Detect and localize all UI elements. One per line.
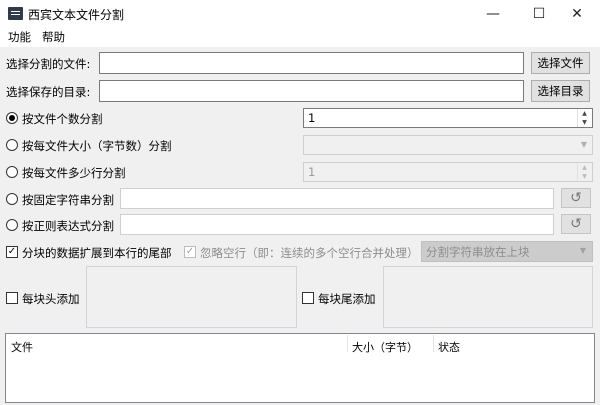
header-textarea[interactable]: [86, 266, 297, 328]
arrow-down-icon[interactable]: ▼: [578, 118, 591, 127]
history-icon: ↺: [570, 190, 582, 206]
close-button[interactable]: ✕: [554, 0, 600, 27]
history-icon: ↺: [570, 216, 582, 232]
chevron-down-icon: ▼: [579, 246, 586, 255]
footer-label: 每块尾添加: [318, 292, 376, 306]
menu-function[interactable]: 功能: [8, 29, 31, 45]
by-size-label: 按每文件大小（字节数）分割: [22, 139, 172, 153]
extend-block-label: 分块的数据扩展到本行的尾部: [22, 246, 172, 260]
col-header-file[interactable]: 文件: [11, 339, 33, 355]
check-icon: ✓: [185, 246, 195, 257]
save-dir-label: 选择保存的目录:: [6, 85, 91, 99]
by-string-label: 按固定字符串分割: [22, 193, 114, 207]
radio-by-size[interactable]: [6, 139, 18, 151]
select-file-label: 选择分割的文件:: [6, 57, 91, 71]
lines-spinner-arrows: ▲ ▼: [577, 163, 591, 181]
minimize-button[interactable]: —: [470, 0, 516, 27]
by-count-label: 按文件个数分割: [22, 112, 103, 126]
col-header-size[interactable]: 大小（字节）: [352, 339, 418, 355]
radio-by-count[interactable]: [6, 112, 18, 124]
by-lines-label: 按每文件多少行分割: [22, 166, 126, 180]
column-divider: [347, 335, 348, 352]
select-dir-button[interactable]: 选择目录: [531, 80, 590, 102]
lines-value: 1: [308, 165, 316, 179]
lines-spinner: 1 ▲ ▼: [303, 162, 593, 182]
by-regex-label: 按正则表达式分割: [22, 219, 114, 233]
arrow-up-icon: ▲: [582, 164, 587, 171]
menu-bar: [0, 27, 600, 47]
ignore-empty-checkbox: ✓: [184, 246, 196, 258]
size-select: ▼: [303, 135, 593, 155]
extend-block-checkbox[interactable]: ✓: [6, 246, 18, 258]
footer-checkbox[interactable]: [302, 292, 314, 304]
split-position-dropdown: 分割字符串放在上块 ▼: [421, 241, 593, 262]
regex-history-button[interactable]: ↺: [561, 214, 591, 234]
radio-by-regex[interactable]: [6, 219, 18, 231]
select-file-button[interactable]: 选择文件: [531, 52, 590, 74]
arrow-down-icon: ▼: [582, 173, 587, 180]
split-position-value: 分割字符串放在上块: [426, 244, 530, 259]
count-spinner[interactable]: 1 ▲ ▼: [303, 108, 593, 128]
app-icon: [8, 7, 23, 20]
file-table[interactable]: 文件 大小（字节） 状态: [5, 333, 595, 403]
col-header-status[interactable]: 状态: [438, 339, 460, 355]
window-title: 西宾文本文件分割: [28, 8, 125, 22]
regex-input[interactable]: [120, 214, 554, 235]
fixed-string-input[interactable]: [120, 188, 554, 209]
header-label: 每块头添加: [22, 292, 80, 306]
chevron-down-icon: ▼: [580, 140, 587, 149]
ignore-empty-label: 忽略空行（即：连续的多个空行合并处理）: [200, 246, 419, 260]
menu-help[interactable]: 帮助: [42, 29, 65, 45]
save-dir-input[interactable]: [99, 80, 524, 102]
file-path-input[interactable]: [99, 52, 524, 74]
string-history-button[interactable]: ↺: [561, 188, 591, 208]
radio-by-string[interactable]: [6, 193, 18, 205]
radio-by-lines[interactable]: [6, 166, 18, 178]
count-spinner-arrows[interactable]: ▲ ▼: [577, 109, 591, 127]
column-divider: [433, 335, 434, 352]
arrow-up-icon[interactable]: ▲: [578, 109, 591, 118]
header-checkbox[interactable]: [6, 292, 18, 304]
check-icon: ✓: [7, 246, 17, 257]
footer-textarea[interactable]: [383, 266, 593, 328]
count-value: 1: [308, 111, 316, 125]
